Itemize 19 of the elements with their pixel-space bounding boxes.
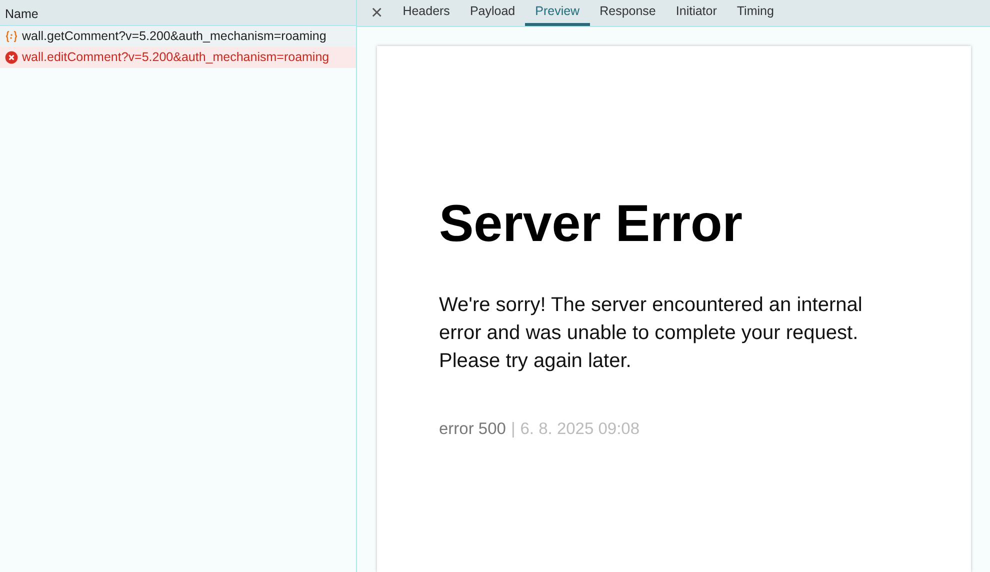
request-name: wall.editComment?v=5.200&auth_mechanism=roaming bbox=[22, 49, 330, 66]
error-message: We're sorry! The server encountered an internal error and was unable to complete your request. Please try again later. bbox=[439, 293, 864, 374]
request-name: wall.getComment?v=5.200&auth_mechanism=roaming bbox=[22, 28, 326, 46]
tab[interactable]: Timing bbox=[726, 0, 784, 26]
tab[interactable]: Initiator bbox=[666, 0, 727, 26]
error-icon bbox=[5, 51, 18, 64]
tab[interactable]: Payload bbox=[460, 0, 526, 26]
braces-icon bbox=[5, 30, 18, 43]
request-row[interactable]: wall.editComment?v=5.200&auth_mechanism=roaming bbox=[0, 47, 356, 68]
error-date: 6. 8. 2025 09:08 bbox=[520, 419, 640, 440]
tab[interactable]: Preview bbox=[525, 0, 590, 26]
error-title: Server Error bbox=[439, 196, 744, 254]
tab[interactable]: Response bbox=[590, 0, 666, 26]
close-button[interactable]: × bbox=[367, 0, 393, 26]
error-code: error 500 bbox=[439, 419, 506, 440]
column-header[interactable]: Name bbox=[0, 0, 356, 26]
tab[interactable]: Headers bbox=[392, 0, 460, 26]
separator: | bbox=[510, 419, 516, 440]
request-row[interactable]: wall.getComment?v=5.200&auth_mechanism=roaming bbox=[0, 26, 356, 47]
